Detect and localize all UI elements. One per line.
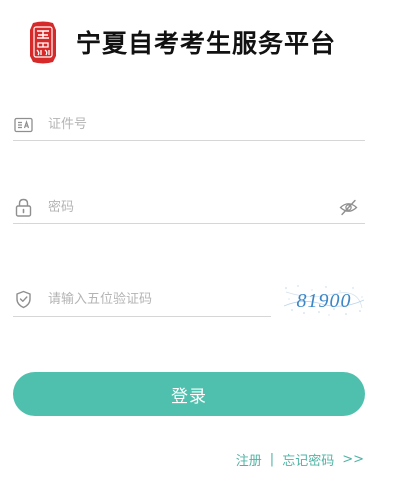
header: 宁夏自考考生服务平台 <box>28 18 336 66</box>
id-number-input[interactable] <box>48 112 365 137</box>
id-number-field <box>13 109 365 141</box>
eye-hidden-icon[interactable] <box>337 197 359 219</box>
login-button[interactable]: 登录 <box>13 372 365 416</box>
seal-logo-icon <box>30 21 56 64</box>
captcha-text: 81900 <box>297 290 352 312</box>
register-link[interactable]: 注册 <box>236 450 262 469</box>
id-card-icon <box>13 115 33 135</box>
shield-check-icon <box>13 289 33 309</box>
forgot-password-link[interactable]: 忘记密码 <box>282 450 334 469</box>
page-title: 宁夏自考考生服务平台 <box>76 29 337 58</box>
footer-links: 注册 | 忘记密码 >> <box>236 450 364 469</box>
link-separator: | <box>269 452 275 467</box>
captcha-image[interactable]: 81900 <box>282 282 366 318</box>
captcha-input[interactable] <box>48 287 271 311</box>
lock-icon <box>13 198 33 218</box>
captcha-field <box>13 282 271 317</box>
more-arrows[interactable]: >> <box>342 452 364 467</box>
password-input[interactable] <box>48 195 337 220</box>
password-field <box>13 192 365 224</box>
